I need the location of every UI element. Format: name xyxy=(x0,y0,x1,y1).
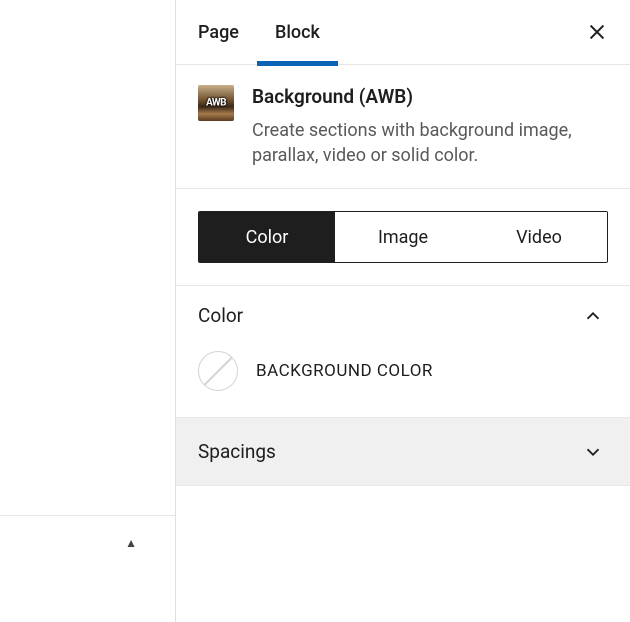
panel-spacings-toggle[interactable]: Spacings xyxy=(176,418,630,485)
chevron-up-icon xyxy=(582,305,604,327)
inspector-sidebar: Page Block Background (AWB) Create secti… xyxy=(175,0,630,622)
type-option-video[interactable]: Video xyxy=(471,212,607,262)
color-swatch-empty-icon xyxy=(198,351,238,391)
close-icon xyxy=(586,21,608,43)
divider xyxy=(0,515,175,516)
panel-spacings-title: Spacings xyxy=(198,440,276,463)
block-header: Background (AWB) Create sections with ba… xyxy=(176,65,630,189)
panel-color-title: Color xyxy=(198,304,243,327)
editor-canvas-area: ▲ xyxy=(0,0,175,622)
block-title: Background (AWB) xyxy=(252,85,608,108)
chevron-down-icon xyxy=(582,441,604,463)
inspector-tabs: Page Block xyxy=(176,0,630,65)
tab-block[interactable]: Block xyxy=(257,0,338,65)
panel-color-body: BACKGROUND COLOR xyxy=(176,345,630,417)
scroll-up-arrow[interactable]: ▲ xyxy=(125,536,137,550)
close-sidebar-button[interactable] xyxy=(584,19,610,45)
block-description: Create sections with background image, p… xyxy=(252,118,608,168)
panel-color-toggle[interactable]: Color xyxy=(176,286,630,345)
background-color-label: BACKGROUND COLOR xyxy=(256,361,433,381)
background-type-group: Color Image Video xyxy=(198,211,608,263)
type-option-color[interactable]: Color xyxy=(199,212,335,262)
awb-block-icon xyxy=(198,85,234,121)
panel-spacings: Spacings xyxy=(176,418,630,486)
block-info: Background (AWB) Create sections with ba… xyxy=(252,85,608,168)
tab-page[interactable]: Page xyxy=(180,0,257,65)
background-type-selector: Color Image Video xyxy=(176,189,630,286)
background-color-control[interactable]: BACKGROUND COLOR xyxy=(198,351,608,391)
type-option-image[interactable]: Image xyxy=(335,212,471,262)
panel-color: Color BACKGROUND COLOR xyxy=(176,286,630,418)
